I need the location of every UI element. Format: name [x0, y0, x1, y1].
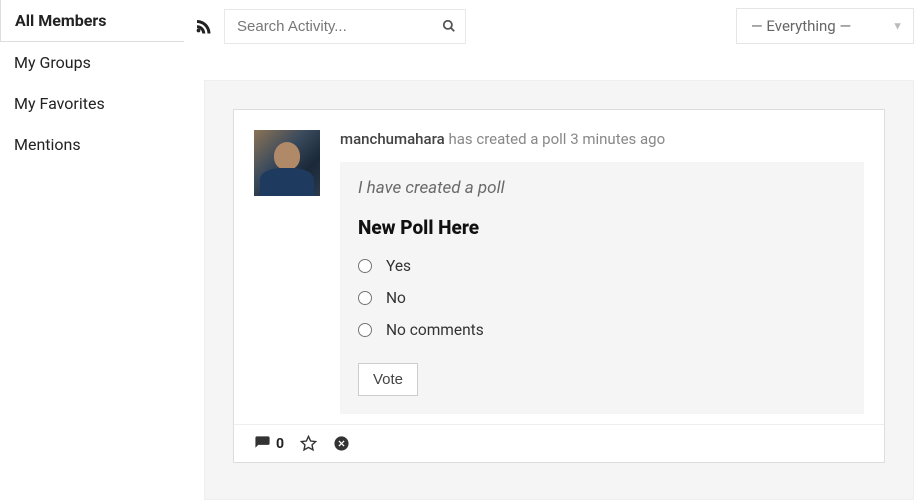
sidebar: All Members My Groups My Favorites Menti…: [0, 0, 184, 500]
poll-title: New Poll Here: [358, 216, 846, 239]
poll-option[interactable]: No comments: [358, 321, 846, 339]
poll-caption: I have created a poll: [358, 178, 846, 198]
author-link[interactable]: manchumahara: [340, 130, 445, 148]
sidebar-item-my-favorites[interactable]: My Favorites: [0, 83, 184, 124]
poll-option-label: Yes: [386, 257, 411, 275]
poll-box: I have created a poll New Poll Here Yes …: [340, 162, 864, 414]
poll-option-label: No: [386, 289, 406, 307]
star-icon: [300, 435, 317, 452]
topbar: — Everything — ▼: [184, 0, 914, 52]
poll-option-label: No comments: [386, 321, 484, 339]
activity-card: manchumahara has created a poll 3 minute…: [233, 109, 885, 463]
poll-radio[interactable]: [358, 259, 372, 273]
card-footer: 0: [234, 424, 884, 462]
poll-option[interactable]: Yes: [358, 257, 846, 275]
activity-header: manchumahara has created a poll 3 minute…: [340, 130, 864, 148]
filter-label: — Everything —: [751, 17, 851, 35]
activity-feed: manchumahara has created a poll 3 minute…: [204, 80, 914, 500]
activity-action-text: has created a poll: [448, 130, 566, 148]
activity-time: 3 minutes ago: [570, 130, 665, 148]
sidebar-item-mentions[interactable]: Mentions: [0, 124, 184, 165]
sidebar-item-my-groups[interactable]: My Groups: [0, 42, 184, 83]
poll-radio[interactable]: [358, 291, 372, 305]
comment-icon: [254, 435, 271, 452]
comments-button[interactable]: 0: [254, 435, 284, 452]
filter-select[interactable]: — Everything — ▼: [736, 8, 914, 44]
sidebar-item-all-members[interactable]: All Members: [0, 0, 184, 42]
poll-option[interactable]: No: [358, 289, 846, 307]
comment-count: 0: [276, 436, 284, 452]
favorite-button[interactable]: [300, 435, 317, 452]
vote-button[interactable]: Vote: [358, 363, 418, 396]
rss-icon[interactable]: [194, 17, 212, 35]
search-wrap: [224, 9, 466, 44]
chevron-down-icon: ▼: [892, 20, 903, 33]
poll-radio[interactable]: [358, 323, 372, 337]
avatar[interactable]: [254, 130, 320, 196]
main: — Everything — ▼ manchumahara has create…: [184, 0, 924, 500]
delete-button[interactable]: [333, 435, 350, 452]
close-circle-icon: [333, 435, 350, 452]
search-input[interactable]: [224, 9, 466, 44]
